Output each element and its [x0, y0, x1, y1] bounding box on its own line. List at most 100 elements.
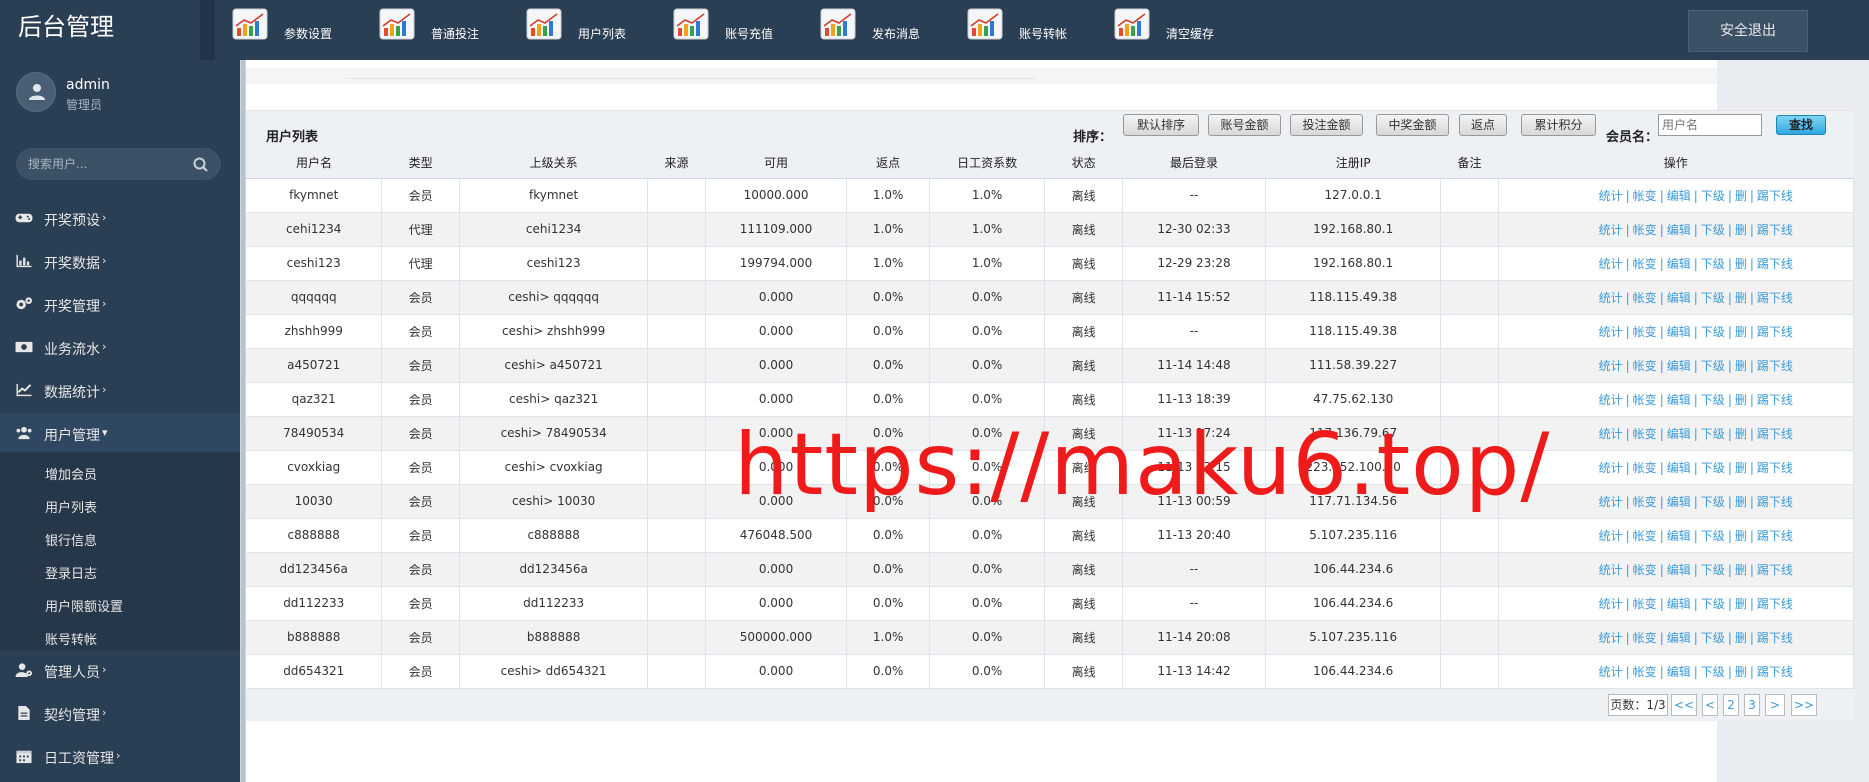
action-link[interactable]: 帐变 — [1633, 427, 1657, 441]
sidebar-item[interactable]: 开奖预设 › — [0, 198, 240, 240]
action-link[interactable]: 删 — [1735, 529, 1747, 543]
submenu-item[interactable]: 用户列表 — [45, 497, 97, 516]
search-icon[interactable] — [192, 156, 210, 174]
action-link[interactable]: 踢下线 — [1757, 529, 1793, 543]
action-link[interactable]: 统计 — [1599, 427, 1623, 441]
action-link[interactable]: 帐变 — [1633, 257, 1657, 271]
action-link[interactable]: 踢下线 — [1757, 189, 1793, 203]
sort-button[interactable]: 返点 — [1459, 114, 1507, 136]
sort-button[interactable]: 中奖金额 — [1376, 114, 1449, 136]
action-link[interactable]: 踢下线 — [1757, 495, 1793, 509]
action-link[interactable]: 帐变 — [1633, 495, 1657, 509]
action-link[interactable]: 编辑 — [1667, 291, 1691, 305]
action-link[interactable]: 编辑 — [1667, 223, 1691, 237]
topnav-item[interactable]: 清空缓存 — [1114, 0, 1284, 60]
page-button[interactable]: > — [1765, 694, 1785, 716]
action-link[interactable]: 下级 — [1701, 257, 1725, 271]
action-link[interactable]: 下级 — [1701, 291, 1725, 305]
action-link[interactable]: 下级 — [1701, 359, 1725, 373]
action-link[interactable]: 下级 — [1701, 563, 1725, 577]
action-link[interactable]: 编辑 — [1667, 359, 1691, 373]
action-link[interactable]: 统计 — [1599, 597, 1623, 611]
action-link[interactable]: 编辑 — [1667, 427, 1691, 441]
sidebar-item[interactable]: 用户管理 ▾ — [0, 413, 240, 455]
action-link[interactable]: 下级 — [1701, 189, 1725, 203]
action-link[interactable]: 统计 — [1599, 189, 1623, 203]
action-link[interactable]: 编辑 — [1667, 257, 1691, 271]
sort-button[interactable]: 投注金额 — [1290, 114, 1363, 136]
topnav-item[interactable]: 参数设置 — [232, 0, 402, 60]
action-link[interactable]: 编辑 — [1667, 529, 1691, 543]
logout-button[interactable]: 安全退出 — [1688, 10, 1808, 52]
action-link[interactable]: 踢下线 — [1757, 291, 1793, 305]
action-link[interactable]: 删 — [1735, 597, 1747, 611]
action-link[interactable]: 统计 — [1599, 665, 1623, 679]
submenu-item[interactable]: 银行信息 — [45, 530, 97, 549]
action-link[interactable]: 帐变 — [1633, 631, 1657, 645]
action-link[interactable]: 编辑 — [1667, 189, 1691, 203]
action-link[interactable]: 下级 — [1701, 461, 1725, 475]
topnav-item[interactable]: 账号转帐 — [967, 0, 1137, 60]
member-name-input[interactable] — [1658, 114, 1762, 136]
topnav-item[interactable]: 发布消息 — [820, 0, 990, 60]
action-link[interactable]: 统计 — [1599, 359, 1623, 373]
action-link[interactable]: 下级 — [1701, 427, 1725, 441]
action-link[interactable]: 帐变 — [1633, 461, 1657, 475]
action-link[interactable]: 踢下线 — [1757, 257, 1793, 271]
topnav-item[interactable]: 普通投注 — [379, 0, 549, 60]
action-link[interactable]: 编辑 — [1667, 597, 1691, 611]
submenu-item[interactable]: 增加会员 — [45, 464, 97, 483]
page-button[interactable]: 3 — [1744, 694, 1760, 716]
action-link[interactable]: 删 — [1735, 359, 1747, 373]
action-link[interactable]: 删 — [1735, 325, 1747, 339]
action-link[interactable]: 下级 — [1701, 325, 1725, 339]
action-link[interactable]: 编辑 — [1667, 665, 1691, 679]
topnav-item[interactable]: 用户列表 — [526, 0, 696, 60]
action-link[interactable]: 下级 — [1701, 597, 1725, 611]
action-link[interactable]: 统计 — [1599, 631, 1623, 645]
action-link[interactable]: 下级 — [1701, 393, 1725, 407]
submenu-item[interactable]: 用户限额设置 — [45, 596, 123, 615]
sidebar-item[interactable]: 业务流水 › — [0, 327, 240, 369]
action-link[interactable]: 删 — [1735, 189, 1747, 203]
action-link[interactable]: 帐变 — [1633, 597, 1657, 611]
action-link[interactable]: 删 — [1735, 495, 1747, 509]
action-link[interactable]: 下级 — [1701, 631, 1725, 645]
action-link[interactable]: 帐变 — [1633, 359, 1657, 373]
action-link[interactable]: 统计 — [1599, 461, 1623, 475]
page-button[interactable]: < — [1702, 694, 1718, 716]
action-link[interactable]: 统计 — [1599, 257, 1623, 271]
scrollbar-thumb[interactable] — [241, 60, 245, 782]
action-link[interactable]: 统计 — [1599, 529, 1623, 543]
action-link[interactable]: 踢下线 — [1757, 325, 1793, 339]
query-button[interactable]: 查找 — [1776, 115, 1826, 135]
action-link[interactable]: 踢下线 — [1757, 359, 1793, 373]
action-link[interactable]: 下级 — [1701, 665, 1725, 679]
action-link[interactable]: 统计 — [1599, 495, 1623, 509]
submenu-item[interactable]: 登录日志 — [45, 563, 97, 582]
sidebar-item[interactable]: 契约管理 › — [0, 693, 240, 735]
sidebar-item[interactable]: 开奖数据 › — [0, 241, 240, 283]
action-link[interactable]: 统计 — [1599, 563, 1623, 577]
sidebar-item[interactable]: 数据统计 › — [0, 370, 240, 412]
action-link[interactable]: 删 — [1735, 291, 1747, 305]
sort-button[interactable]: 账号金额 — [1208, 114, 1281, 136]
search-input[interactable] — [28, 154, 188, 174]
action-link[interactable]: 帐变 — [1633, 223, 1657, 237]
sort-button[interactable]: 默认排序 — [1123, 114, 1199, 136]
action-link[interactable]: 删 — [1735, 563, 1747, 577]
action-link[interactable]: 踢下线 — [1757, 631, 1793, 645]
action-link[interactable]: 下级 — [1701, 529, 1725, 543]
action-link[interactable]: 统计 — [1599, 223, 1623, 237]
action-link[interactable]: 删 — [1735, 427, 1747, 441]
page-button[interactable]: 2 — [1723, 694, 1739, 716]
action-link[interactable]: 编辑 — [1667, 631, 1691, 645]
action-link[interactable]: 编辑 — [1667, 495, 1691, 509]
action-link[interactable]: 帐变 — [1633, 529, 1657, 543]
action-link[interactable]: 帐变 — [1633, 325, 1657, 339]
action-link[interactable]: 踢下线 — [1757, 665, 1793, 679]
action-link[interactable]: 踢下线 — [1757, 597, 1793, 611]
sidebar-item[interactable]: 日工资管理 › — [0, 736, 240, 778]
action-link[interactable]: 下级 — [1701, 223, 1725, 237]
action-link[interactable]: 踢下线 — [1757, 563, 1793, 577]
